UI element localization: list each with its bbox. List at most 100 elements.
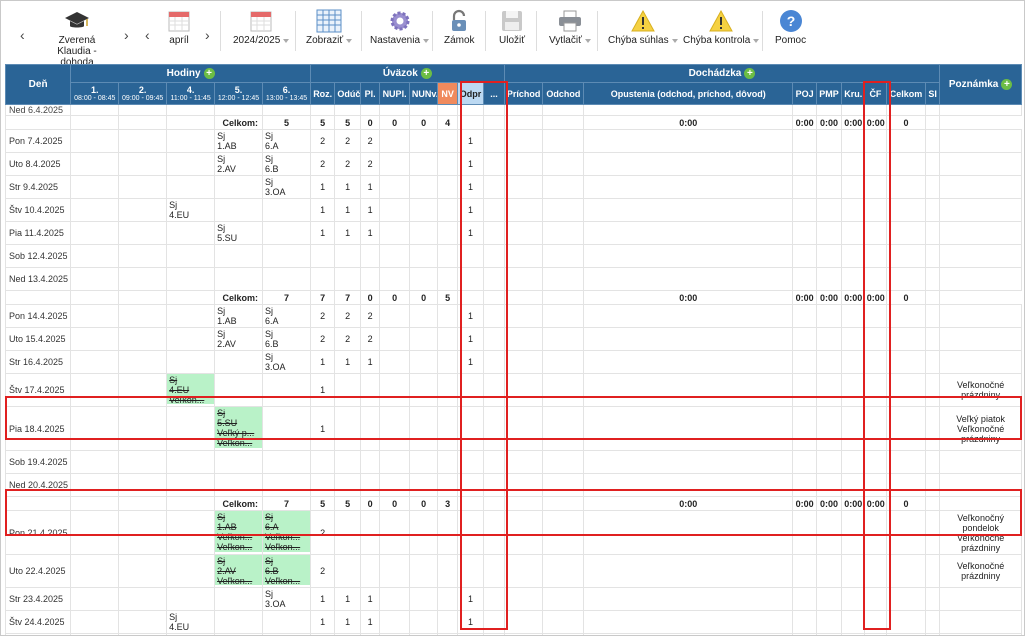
attendance-cell[interactable] (583, 406, 794, 451)
attendance-cell[interactable] (924, 473, 941, 497)
attendance-cell[interactable] (583, 221, 794, 245)
attendance-cell[interactable] (924, 267, 941, 291)
attendance-cell[interactable] (792, 152, 817, 176)
lesson-cell[interactable] (262, 373, 311, 407)
attendance-cell[interactable] (815, 244, 843, 268)
lesson-cell[interactable] (118, 152, 168, 176)
attendance-cell[interactable] (886, 129, 926, 153)
attendance-cell[interactable] (863, 587, 888, 611)
lesson-cell[interactable] (166, 267, 216, 291)
attendance-cell[interactable] (863, 244, 888, 268)
attendance-cell[interactable] (924, 221, 941, 245)
lesson-cell[interactable] (166, 450, 216, 474)
lesson-cell[interactable]: Sj 6.B Veľkon... (262, 554, 311, 588)
attendance-cell[interactable] (503, 406, 544, 451)
lesson-cell[interactable] (70, 510, 120, 555)
lesson-cell[interactable]: Sj5.SU (214, 221, 264, 245)
lesson-cell[interactable] (166, 554, 216, 588)
add-icon[interactable]: + (744, 67, 756, 79)
attendance-cell[interactable] (542, 129, 585, 153)
attendance-cell[interactable] (542, 221, 585, 245)
attendance-cell[interactable] (503, 327, 544, 351)
attendance-cell[interactable] (841, 406, 865, 451)
lesson-cell[interactable] (214, 198, 264, 222)
user-selector[interactable]: Zverená Klaudia - dohoda (41, 9, 113, 68)
attendance-cell[interactable] (886, 198, 926, 222)
attendance-cell[interactable] (924, 373, 941, 407)
show-button[interactable]: Zobraziť (306, 9, 353, 46)
lesson-cell[interactable] (262, 450, 311, 474)
lesson-cell[interactable] (166, 129, 216, 153)
lesson-cell[interactable]: Sj 2.AV Veľkon... (214, 554, 264, 588)
help-button[interactable]: ? Pomoc (775, 9, 806, 46)
attendance-cell[interactable] (503, 129, 544, 153)
lesson-cell[interactable] (166, 221, 216, 245)
lesson-cell[interactable] (70, 610, 120, 634)
attendance-cell[interactable] (886, 221, 926, 245)
lesson-cell[interactable] (214, 373, 264, 407)
lesson-cell[interactable] (70, 198, 120, 222)
attendance-cell[interactable] (792, 221, 817, 245)
attendance-cell[interactable] (815, 175, 843, 199)
attendance-cell[interactable] (841, 510, 865, 555)
add-icon[interactable]: + (1001, 78, 1013, 90)
attendance-cell[interactable] (924, 129, 941, 153)
lesson-cell[interactable] (70, 473, 120, 497)
attendance-cell[interactable] (583, 473, 794, 497)
attendance-cell[interactable] (583, 198, 794, 222)
lesson-cell[interactable] (262, 244, 311, 268)
attendance-cell[interactable] (792, 244, 817, 268)
attendance-cell[interactable] (542, 104, 585, 116)
attendance-cell[interactable] (792, 510, 817, 555)
lesson-cell[interactable] (118, 610, 168, 634)
attendance-cell[interactable] (583, 350, 794, 374)
attendance-cell[interactable] (792, 373, 817, 407)
lesson-cell[interactable] (118, 406, 168, 451)
attendance-cell[interactable] (503, 350, 544, 374)
attendance-cell[interactable] (863, 610, 888, 634)
lesson-cell[interactable] (70, 450, 120, 474)
prev-month-arrow-icon[interactable]: ‹ (145, 27, 150, 43)
attendance-cell[interactable] (924, 610, 941, 634)
lesson-cell[interactable] (70, 304, 120, 328)
attendance-cell[interactable] (503, 610, 544, 634)
attendance-cell[interactable] (924, 510, 941, 555)
attendance-cell[interactable] (583, 373, 794, 407)
attendance-cell[interactable] (542, 406, 585, 451)
attendance-cell[interactable] (924, 104, 941, 116)
lesson-cell[interactable]: Sj 1.AB Veľkon... Veľkon... (214, 510, 264, 555)
attendance-cell[interactable] (841, 267, 865, 291)
attendance-cell[interactable] (815, 350, 843, 374)
attendance-cell[interactable] (815, 554, 843, 588)
attendance-cell[interactable] (815, 267, 843, 291)
attendance-cell[interactable] (886, 473, 926, 497)
attendance-cell[interactable] (841, 304, 865, 328)
attendance-cell[interactable] (841, 221, 865, 245)
attendance-cell[interactable] (503, 152, 544, 176)
lesson-cell[interactable] (118, 175, 168, 199)
prev-user-arrow-icon[interactable]: ‹ (20, 27, 25, 43)
lesson-cell[interactable]: Sj 3.OA (262, 587, 311, 611)
lesson-cell[interactable] (118, 450, 168, 474)
attendance-cell[interactable] (542, 198, 585, 222)
lesson-cell[interactable] (262, 104, 311, 116)
lesson-cell[interactable] (214, 610, 264, 634)
attendance-cell[interactable] (583, 129, 794, 153)
attendance-cell[interactable] (841, 350, 865, 374)
attendance-cell[interactable] (863, 129, 888, 153)
lesson-cell[interactable] (166, 587, 216, 611)
attendance-cell[interactable] (886, 554, 926, 588)
attendance-cell[interactable] (503, 510, 544, 555)
attendance-cell[interactable] (503, 221, 544, 245)
lesson-cell[interactable] (118, 373, 168, 407)
lesson-cell[interactable] (262, 198, 311, 222)
attendance-cell[interactable] (503, 373, 544, 407)
lesson-cell[interactable] (166, 510, 216, 555)
lesson-cell[interactable]: Sj 4.EU (166, 198, 216, 222)
attendance-cell[interactable] (924, 198, 941, 222)
lesson-cell[interactable] (70, 350, 120, 374)
lesson-cell[interactable] (70, 373, 120, 407)
save-button[interactable]: Uložiť (499, 9, 525, 46)
attendance-cell[interactable] (792, 554, 817, 588)
lesson-cell[interactable] (214, 450, 264, 474)
